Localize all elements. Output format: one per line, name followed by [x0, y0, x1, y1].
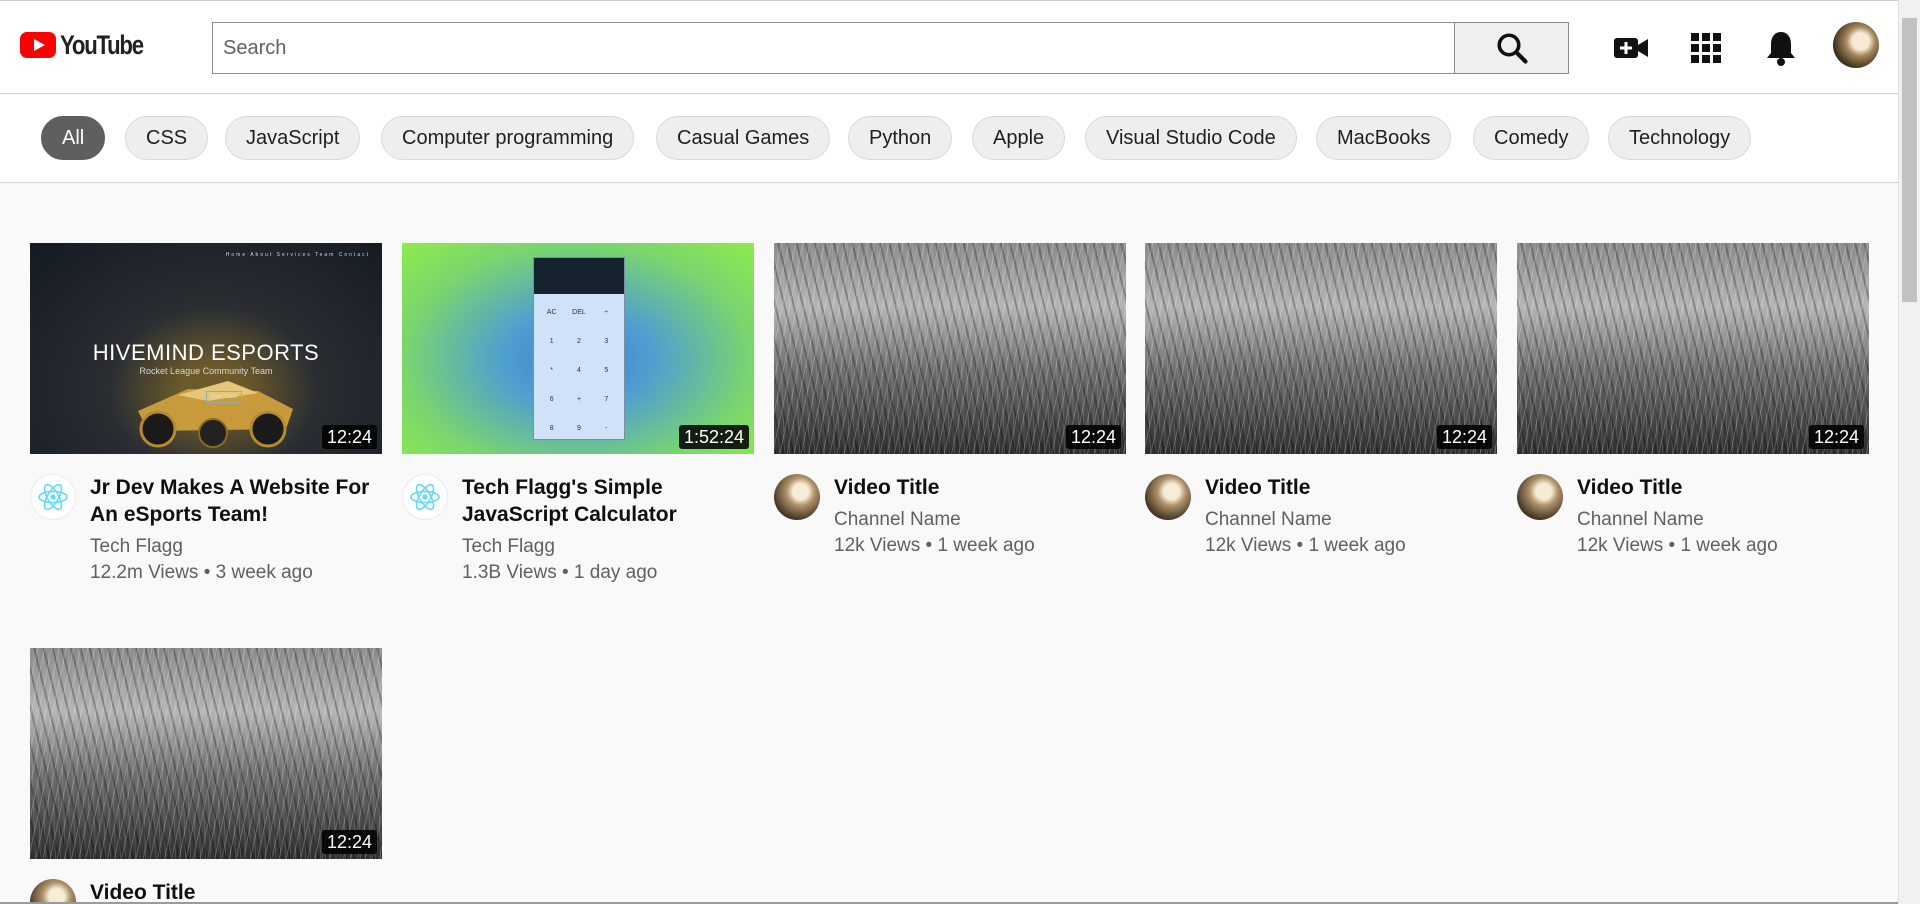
- calculator-key: 4: [577, 367, 581, 374]
- video-stats: 1.3B Views • 1 day ago: [462, 562, 658, 583]
- calculator-key: 3: [604, 338, 609, 345]
- category-chips-bar: All CSS JavaScript Computer programming …: [0, 95, 1898, 183]
- channel-name[interactable]: Channel Name: [1205, 509, 1497, 531]
- calculator-key: 6: [549, 396, 554, 403]
- calculator-key: 5: [604, 367, 609, 374]
- video-card[interactable]: 12:24 Video Title Channel Name 12k Views…: [774, 243, 1126, 557]
- calculator-key: ÷: [604, 309, 609, 316]
- calculator-image: ACDEL÷123*456+789-.0=: [533, 257, 625, 440]
- chip-casual-games[interactable]: Casual Games: [656, 116, 831, 160]
- bell-icon: [1767, 32, 1795, 66]
- video-title[interactable]: Video Title: [90, 879, 382, 904]
- notifications-button[interactable]: [1758, 25, 1804, 71]
- chip-comedy[interactable]: Comedy: [1473, 116, 1590, 160]
- video-card[interactable]: 12:24 Video Title Channel Name 12k Views…: [1145, 243, 1497, 557]
- channel-name[interactable]: Tech Flagg: [462, 536, 754, 558]
- video-title[interactable]: Video Title: [834, 474, 1126, 501]
- chip-visual-studio-code[interactable]: Visual Studio Code: [1085, 116, 1297, 160]
- video-duration: 12:24: [1808, 425, 1864, 449]
- user-avatar[interactable]: [1833, 22, 1879, 68]
- chip-apple[interactable]: Apple: [972, 116, 1066, 160]
- channel-name[interactable]: Channel Name: [834, 509, 1126, 531]
- logo-text: YouTube: [60, 29, 144, 60]
- chip-javascript[interactable]: JavaScript: [225, 116, 361, 160]
- channel-avatar[interactable]: [774, 474, 820, 520]
- calculator-key: 2: [577, 338, 581, 345]
- youtube-play-icon: [20, 32, 56, 58]
- video-card[interactable]: 12:24 Video Title: [30, 648, 382, 904]
- calculator-key: 7: [604, 396, 609, 403]
- channel-avatar[interactable]: [1145, 474, 1191, 520]
- search-button[interactable]: [1454, 22, 1569, 74]
- video-duration: 12:24: [1436, 425, 1492, 449]
- scrollbar-thumb[interactable]: [1902, 18, 1917, 302]
- video-duration: 12:24: [1065, 425, 1121, 449]
- chip-technology[interactable]: Technology: [1608, 116, 1752, 160]
- video-title[interactable]: Jr Dev Makes A Website For An eSports Te…: [90, 474, 382, 528]
- calculator-key: AC: [546, 309, 557, 316]
- apps-button[interactable]: [1683, 25, 1729, 71]
- page-scrollbar[interactable]: [1898, 0, 1920, 904]
- calculator-key: .: [538, 443, 565, 454]
- channel-name[interactable]: Channel Name: [1577, 509, 1869, 531]
- video-duration: 1:52:24: [678, 425, 749, 449]
- calculator-key: 9: [577, 425, 581, 432]
- channel-avatar[interactable]: [1517, 474, 1563, 520]
- video-title[interactable]: Video Title: [1577, 474, 1869, 501]
- video-thumbnail[interactable]: 12:24: [774, 243, 1126, 454]
- react-logo-icon: [38, 483, 68, 511]
- calculator-key: 8: [549, 425, 554, 432]
- channel-avatar[interactable]: [30, 879, 76, 904]
- video-thumbnail[interactable]: 12:24: [1517, 243, 1869, 454]
- chip-computer-programming[interactable]: Computer programming: [381, 116, 635, 160]
- thumbnail-nav-text: Home About Services Team Contact: [225, 252, 370, 258]
- youtube-logo[interactable]: YouTube: [20, 29, 161, 61]
- calculator-key: -: [605, 425, 608, 432]
- react-logo-icon: [410, 483, 440, 511]
- chip-all[interactable]: All: [41, 116, 106, 160]
- channel-avatar[interactable]: [30, 474, 76, 520]
- video-card[interactable]: AC DEL ÷ 1 2 3 * 4 5 6 +7 8 9 -.0= 1:52:24 Tech Flagg…: [402, 243, 754, 584]
- calculator-key: =: [593, 443, 620, 454]
- video-thumbnail[interactable]: 12:24: [1145, 243, 1497, 454]
- channel-name[interactable]: Tech Flagg: [90, 536, 382, 558]
- calculator-key: +: [576, 396, 582, 403]
- video-thumbnail[interactable]: Home About Services Team Contact HIVEMIN…: [30, 243, 382, 454]
- calculator-key: *: [550, 367, 554, 374]
- search-icon: [1496, 33, 1528, 64]
- create-video-button[interactable]: [1608, 25, 1654, 71]
- apps-grid-icon: [1691, 33, 1721, 63]
- calculator-key: 0: [565, 443, 592, 454]
- video-duration: 12:24: [321, 425, 377, 449]
- thumbnail-headline: HIVEMIND ESPORTS: [92, 340, 320, 365]
- video-title[interactable]: Video Title: [1205, 474, 1497, 501]
- chip-css[interactable]: CSS: [125, 116, 209, 160]
- calculator-key: 1: [549, 338, 554, 345]
- channel-avatar[interactable]: [402, 474, 448, 520]
- chip-macbooks[interactable]: MacBooks: [1316, 116, 1452, 160]
- thumbnail-button-text: Team Trailer: [206, 391, 242, 403]
- video-thumbnail[interactable]: 12:24: [30, 648, 382, 859]
- video-stats: 12.2m Views • 3 week ago: [90, 562, 313, 583]
- search-input[interactable]: [212, 22, 1454, 74]
- thumbnail-subline: Rocket League Community Team: [139, 366, 273, 376]
- calculator-key: DEL: [572, 309, 586, 316]
- video-card[interactable]: Home About Services Team Contact HIVEMIN…: [30, 243, 382, 584]
- top-header: YouTube: [0, 0, 1898, 94]
- video-duration: 12:24: [321, 830, 377, 854]
- video-stats: 12k Views • 1 week ago: [1577, 535, 1778, 556]
- video-stats: 12k Views • 1 week ago: [834, 535, 1035, 556]
- video-thumbnail[interactable]: AC DEL ÷ 1 2 3 * 4 5 6 +7 8 9 -.0= 1:52:24: [402, 243, 754, 454]
- video-card[interactable]: 12:24 Video Title Channel Name 12k Views…: [1517, 243, 1869, 557]
- chip-python[interactable]: Python: [848, 116, 953, 160]
- video-title[interactable]: Tech Flagg's Simple JavaScript Calculato…: [462, 474, 754, 528]
- video-stats: 12k Views • 1 week ago: [1205, 535, 1406, 556]
- rocket-car-image: [138, 381, 293, 448]
- video-camera-plus-icon: [1614, 38, 1648, 58]
